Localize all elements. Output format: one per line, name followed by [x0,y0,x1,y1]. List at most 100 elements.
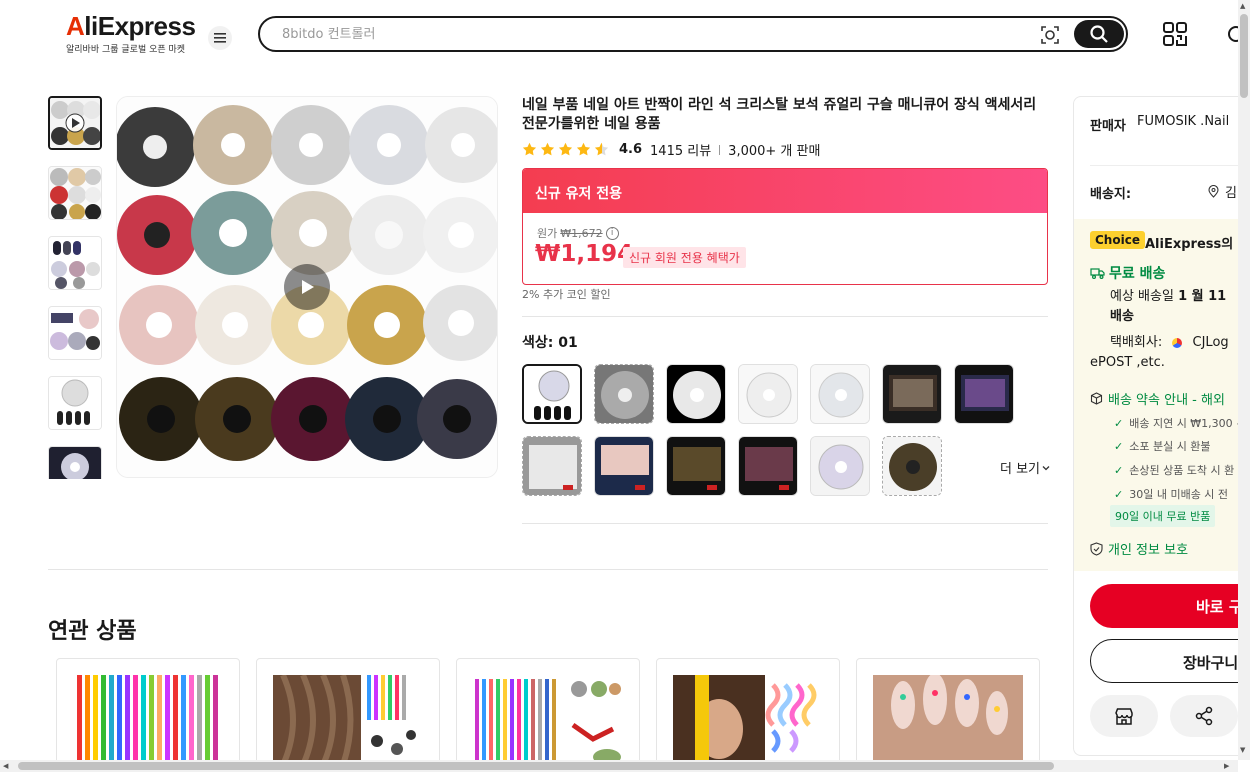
search-bar [258,16,1128,52]
review-count[interactable]: 1415 리뷰 [650,140,711,159]
original-price: ₩1,672 [560,226,603,240]
new-user-promo-box: 신규 유저 전용 원가 ₩1,672 i ₩1,194 신규 회원 전용 혜택가 [522,168,1048,285]
sold-count: 3,000+ 개 판매 [728,144,821,159]
promise-item-text: 소포 분실 시 환불 [1129,440,1211,453]
scroll-up-arrow-icon[interactable]: ▲ [1240,2,1245,10]
color-swatch-12[interactable] [810,436,870,496]
scroll-left-arrow-icon[interactable]: ◀ [3,762,8,770]
check-icon: ✓ [1114,439,1124,453]
star-icon [558,142,573,156]
courier-line2: ePOST ,etc. [1090,355,1165,370]
color-swatch-05[interactable] [810,364,870,424]
eta-date: 1 월 11 [1178,289,1227,304]
star-icon [540,142,555,156]
privacy-text: 개인 정보 보호 [1108,543,1189,558]
color-swatch-01[interactable] [522,364,582,424]
promise-item-text: 배송 지연 시 ₩1,300 ~ [1129,417,1238,430]
color-swatch-06[interactable] [882,364,942,424]
free-shipping-text: 무료 배송 [1109,266,1166,282]
related-product-card[interactable] [656,658,840,768]
courier-logo-icon [1172,337,1183,348]
half-star-icon [594,142,609,156]
divider [1090,165,1238,166]
vertical-scroll-thumb[interactable] [1240,14,1248,98]
color-swatch-09[interactable] [594,436,654,496]
thumbnail-5[interactable] [48,376,102,430]
thumbnail-3[interactable] [48,236,102,290]
purchase-sidebar: 판매자 FUMOSIK .Nail 배송지: 김 Choice AliExpre… [1073,96,1238,756]
horizontal-scroll-thumb[interactable] [18,762,1054,770]
ship-location[interactable]: 김 [1208,182,1237,201]
search-input[interactable] [282,24,1002,44]
vertical-scrollbar[interactable]: ▲ ▼ [1238,0,1250,760]
color-swatch-10[interactable] [666,436,726,496]
search-button[interactable] [1074,20,1124,48]
check-icon: ✓ [1114,487,1124,501]
logo-subtitle: 알리바바 그룹 글로벌 오픈 마켓 [66,45,186,55]
sale-price: ₩1,194 [535,241,634,267]
thumbnail-4[interactable] [48,306,102,360]
original-price-row: 원가 ₩1,672 i [537,225,619,241]
color-swatch-04[interactable] [738,364,798,424]
thumbnail-2[interactable] [48,166,102,220]
add-to-cart-button[interactable]: 장바구니 [1090,639,1238,683]
thumbnail-video[interactable] [48,96,102,150]
globe-icon[interactable] [1226,24,1238,44]
more-label: 더 보기 [1000,462,1041,477]
color-swatch-08[interactable] [522,436,582,496]
delivery-promise[interactable]: 배송 약속 안내 - 해외 [1090,389,1225,408]
choice-badge: Choice [1090,231,1145,249]
thumbnail-6[interactable] [48,446,102,479]
courier-name: CJLog [1192,335,1229,350]
scroll-down-arrow-icon[interactable]: ▼ [1240,746,1245,754]
privacy-protection[interactable]: 개인 정보 보호 [1090,539,1188,558]
seller-name[interactable]: FUMOSIK .Nail [1137,114,1229,129]
promise-item: ✓ 소포 분실 시 환불 [1114,438,1211,454]
store-button[interactable] [1090,695,1158,737]
free-shipping: 무료 배송 [1090,263,1165,283]
rating-stars [522,142,609,157]
shield-icon [1090,541,1103,556]
promise-item-text: 30일 내 미배송 시 전 [1129,488,1229,501]
share-button[interactable] [1170,695,1238,737]
rating-value: 4.6 [619,142,643,157]
related-product-image [473,675,623,765]
horizontal-scrollbar[interactable]: ◀ ▶ [0,760,1238,772]
truck-icon [1090,268,1105,279]
menu-icon[interactable] [208,26,232,50]
eta-prefix: 예상 배송일 [1110,289,1179,304]
related-product-card[interactable] [456,658,640,768]
color-swatch-11[interactable] [738,436,798,496]
color-swatch-07[interactable] [954,364,1014,424]
related-product-image [873,675,1023,765]
divider [522,523,1048,524]
share-icon [1195,706,1213,726]
more-colors-link[interactable]: 더 보기 [1000,458,1050,477]
info-icon[interactable]: i [605,226,619,240]
related-product-image [673,675,823,765]
related-product-image [73,675,223,765]
related-product-card[interactable] [256,658,440,768]
rating-row: 4.6 1415 리뷰 3,000+ 개 판매 [522,140,820,159]
buy-now-button[interactable]: 바로 구 [1090,584,1238,628]
promise-item: ✓ 배송 지연 시 ₩1,300 ~ [1114,415,1238,431]
qr-code-icon[interactable] [1162,21,1188,47]
promise-item-text: 손상된 상품 도착 시 환 [1129,464,1235,477]
image-search-icon[interactable] [1040,25,1060,45]
scroll-right-arrow-icon[interactable]: ▶ [1224,762,1229,770]
logo-text: AliExpress [66,11,196,41]
courier-line: 택배회사: CJLog [1110,333,1229,353]
delivery-promise-title: 배송 약속 안내 - 해외 [1108,393,1225,408]
color-selected-label: 색상: 01 [522,335,578,351]
color-swatch-03[interactable] [666,364,726,424]
aliexpress-logo[interactable]: AliExpress 알리바바 그룹 글로벌 오픈 마켓 [66,12,196,55]
related-products-title: 연관 상품 [48,619,137,644]
new-member-price-tag: 신규 회원 전용 혜택가 [623,247,746,268]
promise-item: ✓ 손상된 상품 도착 시 환 [1114,462,1234,478]
related-product-card[interactable] [856,658,1040,768]
color-swatch-13[interactable] [882,436,942,496]
color-swatch-02[interactable] [594,364,654,424]
play-video-button[interactable] [284,264,330,310]
courier-label: 택배회사: [1110,335,1163,350]
related-product-card[interactable] [56,658,240,768]
